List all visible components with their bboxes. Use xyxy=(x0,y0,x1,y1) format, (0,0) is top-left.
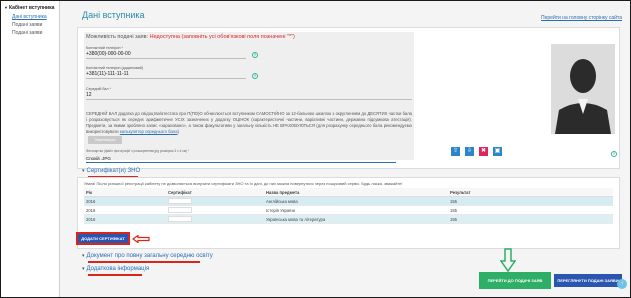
secondary-doc-section-toggle[interactable]: ▾ Документ про повну загальну середню осв… xyxy=(82,253,213,259)
avg-score-calculator-link[interactable]: калькулятор середнього бала xyxy=(120,129,178,134)
arrow-down-icon xyxy=(500,248,516,272)
extra-phone-underline xyxy=(86,78,246,79)
table-row[interactable]: 2016 Історія України 155 xyxy=(84,205,613,215)
sidebar-item-applicant-data[interactable]: Дані вступника xyxy=(12,14,47,20)
applicant-form: Можливість подачі заяв: Недоступна (запо… xyxy=(84,32,414,163)
zno-section-toggle[interactable]: ▾ Сертифікат(и) ЗНО xyxy=(82,168,140,174)
home-page-link[interactable]: Перейти на головну сторінку сайта xyxy=(541,15,622,21)
view-submitted-applications-button[interactable]: ПЕРЕГЛЯНУТИ ПОДАНІ ЗАЯВИ xyxy=(554,274,622,287)
certificate-field[interactable] xyxy=(168,198,192,204)
head-silhouette-icon xyxy=(570,59,596,93)
delete-icon[interactable]: ✖ xyxy=(479,147,488,156)
additional-info-red-underline xyxy=(88,274,142,276)
main-content: Дані вступника Перейти на головну сторін… xyxy=(60,1,630,297)
applicant-card: Можливість подачі заяв: Недоступна (запо… xyxy=(77,27,620,169)
col-subject: Назва предмета xyxy=(264,188,448,197)
secondary-doc-red-underline xyxy=(88,261,200,263)
avg-score-field[interactable]: 12 xyxy=(86,92,92,98)
extra-phone-help-icon[interactable]: ? xyxy=(252,73,258,79)
view-document-button[interactable]: Переглянути xyxy=(88,136,122,144)
chevron-down-icon: ▾ xyxy=(82,266,85,272)
go-to-applications-button[interactable]: ПЕРЕЙТИ ДО ПОДАЧІ ЗАЯВ xyxy=(479,272,551,289)
photo-help-icon[interactable]: ? xyxy=(611,151,617,157)
certificate-field[interactable] xyxy=(168,216,192,222)
chevron-down-icon: ▾ xyxy=(82,168,85,174)
avg-score-underline xyxy=(86,99,412,100)
scroll-to-top-icon[interactable]: ↑ xyxy=(617,279,627,289)
upload-icon[interactable]: ⇧ xyxy=(451,147,460,156)
page-title: Дані вступника xyxy=(82,10,145,20)
contact-phone-label: Контактний телефон * xyxy=(86,46,123,50)
extra-phone-label: Контактний телефон (додатковий) xyxy=(86,66,144,70)
extra-phone-field[interactable]: +381(11)-111-11-11 xyxy=(86,71,129,77)
chevron-down-icon: ▾ xyxy=(82,253,85,259)
application-availability-warning: Можливість подачі заяв: Недоступна (запо… xyxy=(86,34,295,40)
applicant-photo xyxy=(551,44,615,134)
photo-file-label: Фотокартка (файл фотографії з розширення… xyxy=(86,149,190,153)
photo-file-underline xyxy=(86,162,396,163)
avg-score-label: Середній бал * xyxy=(86,87,111,91)
sidebar-item-submitted-applications[interactable]: Подані заяви xyxy=(12,22,42,28)
col-year: Рік xyxy=(84,188,166,197)
table-row[interactable]: 2016 Англійська мова 155 xyxy=(84,196,613,206)
zno-note: Увага! Після успішної реєстрації кабінет… xyxy=(84,181,403,186)
photo-file-field[interactable]: Спокій .JPG xyxy=(86,156,111,161)
contact-phone-help-icon[interactable]: ? xyxy=(252,52,258,58)
col-certificate: Сертифікат xyxy=(166,188,264,197)
certificate-field[interactable] xyxy=(168,207,192,213)
view-photo-icon[interactable]: ▣ xyxy=(493,147,502,156)
zno-table: Рік Сертифікат Назва предмета Результат … xyxy=(84,188,613,224)
add-certificate-button[interactable]: ДОДАТИ СЕРТИФІКАТ xyxy=(76,232,130,245)
contact-phone-underline xyxy=(86,58,246,59)
zno-card: Увага! Після успішної реєстрації кабінет… xyxy=(77,177,620,249)
additional-info-section-toggle[interactable]: ▾ Додаткова інформація xyxy=(82,266,149,272)
arrow-left-icon xyxy=(132,235,150,243)
col-result: Результат xyxy=(448,188,613,197)
caret-down-icon: ▼ xyxy=(4,5,8,10)
table-row[interactable]: 2016 Українська мова та література 155 xyxy=(84,214,613,224)
sidebar-item-submitted-applications-2[interactable]: Подані заяви xyxy=(12,30,42,36)
avg-score-instructions: СЕРЕДНІЙ БАЛ додатка до свідоцтва/атеста… xyxy=(86,111,412,134)
download-icon[interactable]: ⇩ xyxy=(465,147,474,156)
zno-table-header: Рік Сертифікат Назва предмета Результат xyxy=(84,188,613,197)
sidebar-title[interactable]: ▼Кабінет вступника xyxy=(4,5,54,11)
contact-phone-field[interactable]: +380(00)-000-00-00 xyxy=(86,51,131,57)
sidebar: ▼Кабінет вступника Дані вступника Подані… xyxy=(1,1,60,297)
